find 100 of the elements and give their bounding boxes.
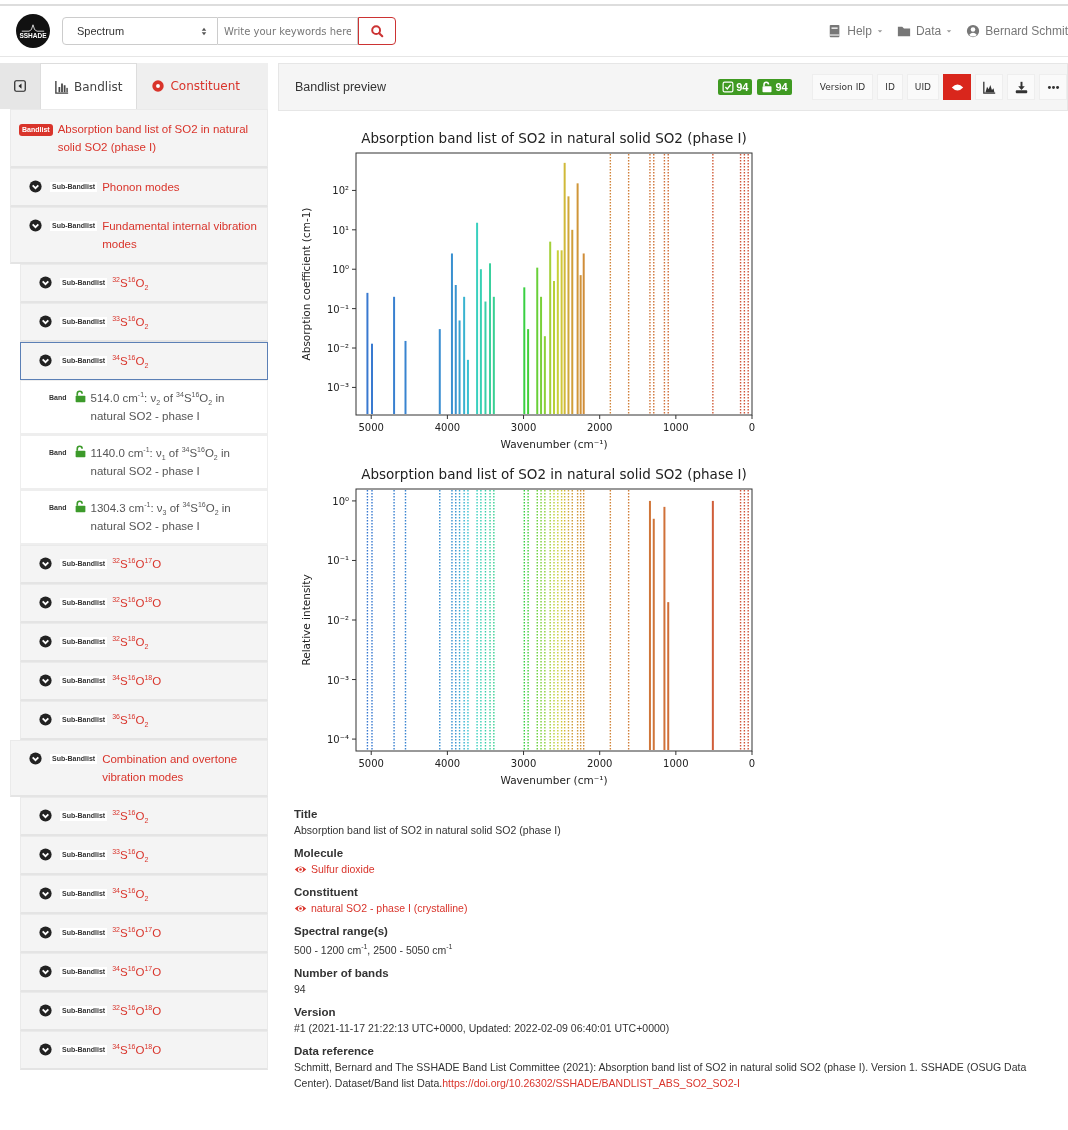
item-title: $^{34}$S$^{16}$O$^{17}$O xyxy=(112,964,163,980)
collapse-icon xyxy=(14,80,26,92)
item-title: Phonon modes xyxy=(102,180,181,195)
updown-icon xyxy=(201,26,207,36)
chevron-icon xyxy=(39,635,52,648)
search-field[interactable]: Write your keywords here xyxy=(218,17,358,45)
tick-label: 2000 xyxy=(586,422,613,433)
tick-label: 10⁰ xyxy=(332,264,349,276)
chevron-icon xyxy=(39,276,52,289)
tick-label: 0 xyxy=(748,422,756,433)
tick-mark xyxy=(523,414,525,420)
tick-label: 5000 xyxy=(358,422,384,433)
tick-mark xyxy=(351,308,357,310)
tick-mark xyxy=(351,559,357,561)
item-title: $^{34}$S$^{16}$O$_{2}$ xyxy=(112,353,150,370)
field-label: Spectral range(s) xyxy=(294,924,389,939)
item-title: 1140.0 cm$^{-1}$: ν$_{1}$ of $^{34}$S$^{16}$O$_{2}$ in natural SO2 - phase I xyxy=(90,445,231,479)
unlock-icon xyxy=(761,81,774,93)
id-button[interactable]: ID xyxy=(877,74,903,100)
chevron-icon xyxy=(39,674,52,687)
menu-item[interactable]: Data xyxy=(896,24,953,38)
download-icon xyxy=(1014,80,1028,94)
tick-mark xyxy=(523,750,525,756)
scope-select[interactable]: Spectrum xyxy=(62,17,218,45)
field-label: Version xyxy=(294,1004,337,1020)
menu-item[interactable]: Help xyxy=(828,24,883,38)
download-button[interactable] xyxy=(1007,74,1035,100)
item-title: $^{32}$S$^{16}$O$^{17}$O xyxy=(112,556,163,572)
chart-icon xyxy=(982,80,996,94)
tick-mark xyxy=(351,386,357,388)
item-title: Fundamental internal vibration modes xyxy=(102,219,257,252)
field-value: Absorption band list of SO2 in natural solid SO2 (phase I) xyxy=(294,823,562,838)
tick-mark xyxy=(446,414,448,420)
value-link[interactable]: Sulfur dioxide xyxy=(294,861,1068,877)
item-title: $^{34}$S$^{16}$O$^{18}$O xyxy=(112,673,163,689)
tab[interactable]: Bandlist xyxy=(40,63,138,109)
chevron-icon xyxy=(39,965,52,978)
item-title: $^{36}$S$^{16}$O$_{2}$ xyxy=(112,712,150,729)
tab[interactable]: Constituent xyxy=(137,63,255,109)
chevron-icon xyxy=(39,1004,52,1017)
item-title: $^{34}$S$^{16}$O$_{2}$ xyxy=(112,886,150,903)
tick-mark xyxy=(446,750,448,756)
id-button[interactable]: UID xyxy=(906,74,939,100)
item-title: $^{32}$S$^{16}$O$^{17}$O xyxy=(112,925,163,941)
tick-mark xyxy=(675,414,677,420)
chevron-icon xyxy=(29,219,42,232)
chevron-icon xyxy=(39,1043,52,1056)
field-value: 500 - 1200 cm$^{-1}$, 2500 - 5050 cm$^{-1}$ xyxy=(294,942,454,958)
axis-label: Relative intensity xyxy=(300,574,312,666)
item-title: $^{32}$S$^{18}$O$_{2}$ xyxy=(112,634,150,651)
item-title: $^{32}$S$^{16}$O$^{18}$O xyxy=(112,595,163,611)
tick-label: 3000 xyxy=(510,422,537,433)
tick-mark xyxy=(751,414,753,420)
check-icon xyxy=(722,81,735,93)
field-value: 94 xyxy=(294,981,307,997)
panel-title: Bandlist preview xyxy=(295,80,386,94)
field-label: Molecule xyxy=(294,846,345,861)
unlock-icon xyxy=(73,445,87,458)
tick-label: 10⁻³ xyxy=(327,382,349,394)
value-link[interactable]: natural SO2 - phase I (crystalline) xyxy=(294,900,1068,916)
tick-mark xyxy=(351,189,357,191)
chart-title: Absorption band list of SO2 in natural solid SO2 (phase I) xyxy=(361,466,747,482)
folder-icon xyxy=(896,24,911,38)
chart-button[interactable] xyxy=(975,74,1003,100)
tick-label: 10⁻¹ xyxy=(327,303,349,315)
item-title: $^{34}$S$^{16}$O$^{18}$O xyxy=(112,1042,163,1058)
chevron-icon xyxy=(39,926,52,939)
tick-label: 4000 xyxy=(434,422,461,433)
doi-link[interactable]: https://doi.org/10.26302/SSHADE/BANDLIST_ABS_SO2_SO2-I xyxy=(442,1076,740,1089)
tick-mark xyxy=(370,414,372,420)
tick-label: 10⁻³ xyxy=(327,674,349,686)
caret-icon xyxy=(946,28,953,34)
collapse-button[interactable] xyxy=(0,63,40,109)
item-title: $^{33}$S$^{16}$O$_{2}$ xyxy=(112,314,150,331)
more-button[interactable] xyxy=(1039,74,1067,100)
chevron-icon xyxy=(39,713,52,726)
chevron-icon xyxy=(39,887,52,900)
chevron-icon xyxy=(39,809,52,822)
tick-mark xyxy=(351,679,357,681)
tick-mark xyxy=(351,619,357,621)
item-title: $^{33}$S$^{16}$O$_{2}$ xyxy=(112,847,150,864)
chevron-icon xyxy=(29,180,42,193)
search-icon xyxy=(370,24,384,38)
id-button[interactable]: Version ID xyxy=(811,74,874,100)
count-badge: 94 xyxy=(757,79,792,95)
tick-mark xyxy=(351,738,357,740)
user-icon xyxy=(966,24,981,38)
tick-label: 2000 xyxy=(586,758,613,769)
tick-mark xyxy=(599,414,601,420)
unlock-icon xyxy=(73,390,87,403)
menu-item[interactable]: Bernard Schmit xyxy=(966,24,1068,38)
search-button[interactable] xyxy=(358,17,396,45)
item-title: Absorption band list of SO2 in natural solid SO2 (phase I) xyxy=(57,122,250,155)
preview-button[interactable] xyxy=(943,74,971,100)
chevron-icon xyxy=(39,354,52,367)
chevron-icon xyxy=(39,596,52,609)
tick-mark xyxy=(351,500,357,502)
tick-label: 4000 xyxy=(434,758,461,769)
tick-label: 1000 xyxy=(663,422,689,433)
tick-mark xyxy=(751,750,753,756)
